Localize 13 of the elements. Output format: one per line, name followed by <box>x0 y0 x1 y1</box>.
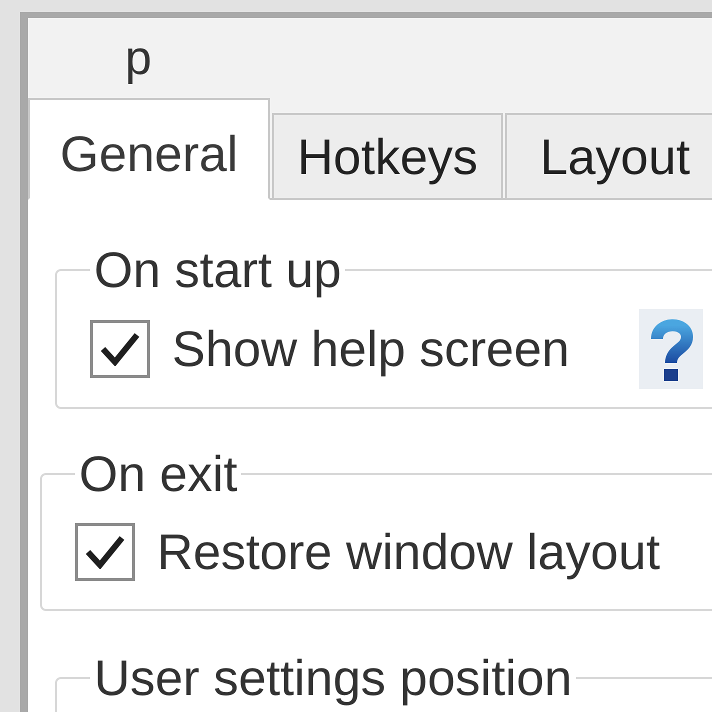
tab[interactable]: Hotkeys <box>272 113 503 200</box>
checkbox[interactable] <box>75 523 135 581</box>
tab[interactable]: Layout <box>505 113 712 200</box>
group-title: User settings position <box>93 653 574 703</box>
check-icon <box>100 332 140 366</box>
check-icon <box>85 535 125 569</box>
group-title: On start up <box>93 245 342 295</box>
group-title: On exit <box>78 449 238 499</box>
checkbox-label[interactable]: Show help screen <box>172 324 570 374</box>
checkbox-label[interactable]: Restore window layout <box>157 527 660 577</box>
window-title: p <box>125 35 152 83</box>
checkbox[interactable] <box>90 320 150 378</box>
tab[interactable]: General <box>28 98 270 200</box>
